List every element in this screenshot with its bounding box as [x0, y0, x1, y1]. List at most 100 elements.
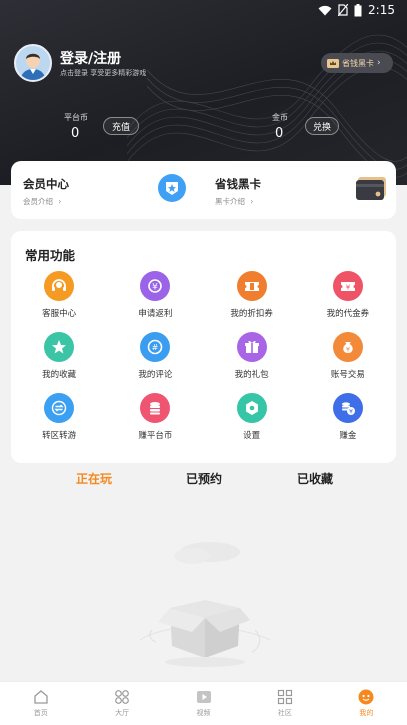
voucher-icon: ¥	[332, 271, 363, 301]
recharge-button[interactable]: 充值	[103, 117, 139, 135]
profile-icon	[358, 689, 374, 705]
black-card-icon	[356, 175, 388, 205]
avatar[interactable]	[14, 44, 52, 82]
func-label: 赚金	[339, 431, 357, 441]
black-card-entry[interactable]: 省钱黑卡 黑卡介绍 ›	[206, 161, 396, 219]
home-icon	[34, 690, 48, 704]
login-register-link[interactable]: 登录/注册	[60, 48, 121, 68]
settings-icon	[236, 393, 267, 423]
profile-header: 2:15 登录/注册 点击登录 享受更多精彩游戏 省钱黑卡 › 平台币 0 充值…	[0, 0, 407, 185]
hall-icon	[115, 690, 130, 704]
member-card: 会员中心 会员介绍 › 省钱黑卡 黑卡介绍 ›	[11, 161, 396, 219]
discount-ticket-icon	[236, 271, 267, 301]
svg-text:¥: ¥	[346, 284, 351, 292]
chevron-right-icon: ›	[377, 58, 381, 68]
money-bag-icon: ¥	[332, 332, 363, 362]
game-tabs: 正在玩 已预约 已收藏	[0, 470, 407, 492]
black-card-intro-link: 黑卡介绍 ›	[215, 196, 253, 207]
gold-coin-value: 0	[275, 126, 284, 141]
func-earn-platform-coin[interactable]: 赚平台币	[107, 393, 203, 441]
coins-icon	[140, 393, 171, 423]
nav-label: 视频	[196, 709, 211, 717]
func-label: 设置	[243, 431, 261, 441]
func-discount-coupon[interactable]: 我的折扣券	[204, 271, 300, 319]
svg-text:¥: ¥	[349, 409, 353, 416]
star-icon	[44, 332, 75, 362]
login-subtitle: 点击登录 享受更多精彩游戏	[60, 69, 147, 77]
crown-icon	[327, 59, 339, 68]
nav-label: 大厅	[115, 709, 130, 717]
chevron-right-icon: ›	[250, 197, 254, 206]
svg-text:¥: ¥	[153, 283, 159, 293]
earn-gold-icon: ¥	[332, 393, 363, 423]
member-intro-label: 会员介绍	[23, 197, 53, 206]
nav-hall[interactable]: 大厅	[81, 682, 162, 725]
func-voucher[interactable]: ¥ 我的代金券	[300, 271, 396, 319]
func-label: 我的评论	[138, 370, 173, 380]
function-grid: 客服中心 ¥ 申请返利 我的折扣券 ¥ 我的代金券 我的收藏 # 我的评论 我的…	[11, 271, 396, 441]
status-time: 2:15	[368, 3, 395, 17]
exchange-button[interactable]: 兑换	[305, 117, 339, 135]
vip-card-pill[interactable]: 省钱黑卡 ›	[321, 53, 393, 73]
svg-text:¥: ¥	[346, 346, 350, 354]
tab-playing[interactable]: 正在玩	[76, 470, 112, 487]
func-label: 我的折扣券	[230, 309, 273, 319]
func-apply-rebate[interactable]: ¥ 申请返利	[107, 271, 203, 319]
vip-pill-label: 省钱黑卡	[342, 58, 374, 68]
battery-icon	[354, 3, 362, 16]
gift-icon	[236, 332, 267, 362]
common-functions-card: 常用功能 客服中心 ¥ 申请返利 我的折扣券 ¥ 我的代金券 我的收藏 # 我的…	[11, 231, 396, 463]
member-intro-link: 会员介绍 ›	[23, 196, 61, 207]
empty-state-illustration	[130, 530, 280, 680]
user-avatar-icon	[16, 46, 50, 80]
member-center-title: 会员中心	[23, 177, 69, 191]
tab-reserved[interactable]: 已预约	[186, 470, 222, 487]
func-customer-service[interactable]: 客服中心	[11, 271, 107, 319]
svg-text:#: #	[152, 343, 159, 352]
func-label: 客服中心	[42, 309, 77, 319]
nav-label: 首页	[33, 709, 48, 717]
nav-home[interactable]: 首页	[0, 682, 81, 725]
common-functions-title: 常用功能	[25, 248, 76, 263]
func-my-gifts[interactable]: 我的礼包	[204, 332, 300, 380]
tab-favorited[interactable]: 已收藏	[297, 470, 333, 487]
bottom-navigation: 首页 大厅 视频 社区 我的	[0, 681, 407, 725]
func-account-trade[interactable]: ¥ 账号交易	[300, 332, 396, 380]
nav-label: 我的	[359, 709, 374, 717]
video-icon	[196, 691, 211, 703]
nav-profile[interactable]: 我的	[326, 682, 407, 725]
func-transfer[interactable]: 转区转游	[11, 393, 107, 441]
gold-coin-label: 金币	[272, 113, 288, 122]
func-my-favorites[interactable]: 我的收藏	[11, 332, 107, 380]
func-my-comments[interactable]: # 我的评论	[107, 332, 203, 380]
black-card-title: 省钱黑卡	[215, 177, 261, 191]
comment-icon: #	[140, 332, 171, 362]
nav-community[interactable]: 社区	[244, 682, 325, 725]
nav-video[interactable]: 视频	[163, 682, 244, 725]
chevron-right-icon: ›	[58, 197, 62, 206]
func-label: 赚平台币	[138, 431, 173, 441]
func-label: 我的代金券	[326, 309, 370, 319]
platform-coin-value: 0	[71, 126, 80, 141]
vip-badge-icon	[158, 174, 186, 202]
decorative-waves	[127, 34, 407, 178]
empty-box-icon	[139, 542, 271, 667]
platform-coin-label: 平台币	[64, 113, 88, 122]
nav-label: 社区	[277, 709, 292, 717]
wifi-icon	[318, 5, 332, 15]
status-bar: 2:15	[0, 0, 407, 22]
headset-icon	[44, 271, 75, 301]
member-center-entry[interactable]: 会员中心 会员介绍 ›	[11, 161, 201, 219]
func-label: 申请返利	[138, 309, 173, 319]
transfer-icon	[44, 393, 75, 423]
func-label: 账号交易	[330, 370, 365, 380]
black-card-intro-label: 黑卡介绍	[215, 197, 245, 206]
community-icon	[277, 689, 293, 705]
func-label: 转区转游	[42, 431, 77, 441]
no-sim-icon	[338, 4, 349, 16]
func-label: 我的礼包	[234, 370, 269, 380]
func-earn-gold[interactable]: ¥ 赚金	[300, 393, 396, 441]
func-label: 我的收藏	[42, 370, 77, 380]
rebate-icon: ¥	[140, 271, 171, 301]
func-settings[interactable]: 设置	[204, 393, 300, 441]
